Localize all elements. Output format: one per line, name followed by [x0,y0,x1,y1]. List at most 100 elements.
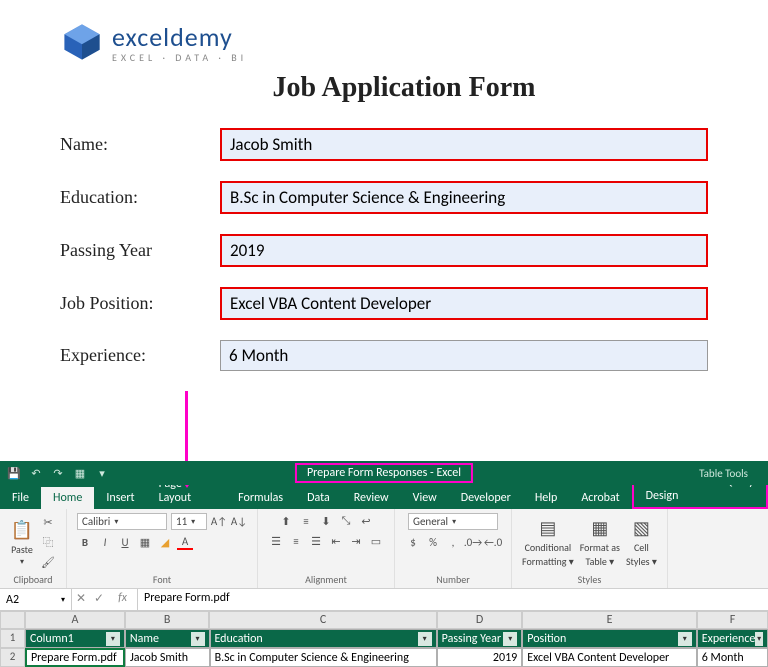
ribbon-tabs: File Home Insert Page Layout Formulas Da… [0,485,768,509]
format-as-table-button[interactable]: ▦Format asTable ▾ [580,516,620,568]
fill-color-button[interactable]: ◢ [157,534,173,550]
row-header[interactable]: 2 [0,648,25,667]
tab-data[interactable]: Data [295,487,342,509]
bold-button[interactable]: B [77,534,93,550]
logo-text: exceldemy [112,21,247,53]
cell-d2[interactable]: 2019 [437,648,523,667]
cell-styles-button[interactable]: ▧CellStyles ▾ [626,516,657,568]
cell-f2[interactable]: 6 Month [697,648,768,667]
format-painter-icon[interactable]: 🖌 [40,554,56,570]
align-left-icon[interactable]: ☰ [268,533,284,549]
redo-icon[interactable]: ↷ [52,467,64,479]
table-tools-label: Table Tools [699,467,748,480]
field-name[interactable]: Jacob Smith [220,128,708,161]
table-header[interactable]: Position▾ [522,629,697,648]
save-icon[interactable]: 💾 [8,467,20,479]
tab-acrobat[interactable]: Acrobat [569,487,631,509]
logo-subtext: EXCEL · DATA · BI [112,51,247,64]
align-bottom-icon[interactable]: ⬇ [318,513,334,529]
label-experience: Experience: [60,345,220,366]
filter-icon[interactable]: ▾ [678,632,692,646]
tab-view[interactable]: View [401,487,449,509]
undo-icon[interactable]: ↶ [30,467,42,479]
tab-file[interactable]: File [0,487,41,509]
merge-icon[interactable]: ▭ [368,533,384,549]
cell-e2[interactable]: Excel VBA Content Developer [522,648,697,667]
copy-icon[interactable]: ⿻ [40,534,56,550]
group-number: General▾ $ % , .0→ ←.0 Number [395,509,512,588]
font-size-select[interactable]: 11▾ [171,513,207,530]
titlebar: 💾 ↶ ↷ ▦ ▾ Prepare Form Responses - Excel… [0,461,768,485]
qat-more-icon[interactable]: ▾ [96,467,108,479]
field-experience[interactable]: 6 Month [220,340,708,371]
border-button[interactable]: ▦ [137,534,153,550]
increase-decimal-icon[interactable]: .0→ [465,534,481,550]
formula-input[interactable]: Prepare Form.pdf [138,589,768,610]
col-header[interactable]: F [697,611,768,629]
group-alignment: ⬆ ≡ ⬇ ⤡ ↩ ☰ ≡ ☰ ⇤ ⇥ ▭ Alignment [258,509,395,588]
align-right-icon[interactable]: ☰ [308,533,324,549]
row-header[interactable]: 1 [0,629,25,648]
col-header[interactable]: A [25,611,125,629]
form-title: Job Application Form [100,72,708,104]
fx-icon[interactable]: fx [108,589,138,610]
cell-a2[interactable]: Prepare Form.pdf [25,648,125,667]
font-family-select[interactable]: Calibri▾ [77,513,167,530]
comma-icon[interactable]: , [445,534,461,550]
italic-button[interactable]: I [97,534,113,550]
table-header[interactable]: Name▾ [125,629,210,648]
table-header[interactable]: Passing Year▾ [437,629,523,648]
percent-icon[interactable]: % [425,534,441,550]
decrease-decimal-icon[interactable]: ←.0 [485,534,501,550]
enter-icon[interactable]: ✓ [90,589,108,610]
filter-icon[interactable]: ▾ [106,632,120,646]
table-header[interactable]: Experience▾ [697,629,768,648]
table-header[interactable]: Education▾ [210,629,437,648]
cancel-icon[interactable]: ✕ [72,589,90,610]
increase-font-icon[interactable]: A↑ [211,514,227,530]
annotation-arrow [0,421,768,461]
tab-help[interactable]: Help [523,487,570,509]
filter-icon[interactable]: ▾ [191,632,205,646]
align-center-icon[interactable]: ≡ [288,533,304,549]
field-passing-year[interactable]: 2019 [220,234,708,267]
decrease-font-icon[interactable]: A↓ [231,514,247,530]
col-header[interactable]: B [125,611,210,629]
table-header[interactable]: Column1▾ [25,629,125,648]
qat-icon[interactable]: ▦ [74,467,86,479]
conditional-formatting-button[interactable]: ▤ConditionalFormatting ▾ [522,516,574,568]
group-font: Calibri▾ 11▾ A↑ A↓ B I U ▦ ◢ A Font [67,509,258,588]
col-header[interactable]: D [437,611,522,629]
cell-c2[interactable]: B.Sc in Computer Science & Engineering [210,648,437,667]
cut-icon[interactable]: ✂ [40,514,56,530]
decrease-indent-icon[interactable]: ⇤ [328,533,344,549]
col-header[interactable]: C [209,611,436,629]
tab-insert[interactable]: Insert [94,487,146,509]
number-format-select[interactable]: General▾ [408,513,498,530]
filter-icon[interactable]: ▾ [418,632,432,646]
currency-icon[interactable]: $ [405,534,421,550]
align-middle-icon[interactable]: ≡ [298,513,314,529]
filter-icon[interactable]: ▾ [755,632,763,646]
align-top-icon[interactable]: ⬆ [278,513,294,529]
col-header[interactable]: E [522,611,697,629]
wrap-text-icon[interactable]: ↩ [358,513,374,529]
select-all-corner[interactable] [0,611,25,629]
name-box[interactable]: A2▾ [0,589,72,610]
table-icon: ▦ [588,516,612,540]
paste-button[interactable]: 📋Paste▾ [10,518,34,567]
field-position[interactable]: Excel VBA Content Developer [220,287,708,320]
increase-indent-icon[interactable]: ⇥ [348,533,364,549]
filter-icon[interactable]: ▾ [503,632,517,646]
orientation-icon[interactable]: ⤡ [338,513,354,529]
tab-review[interactable]: Review [342,487,401,509]
underline-button[interactable]: U [117,534,133,550]
field-education[interactable]: B.Sc in Computer Science & Engineering [220,181,708,214]
formula-bar: A2▾ ✕ ✓ fx Prepare Form.pdf [0,589,768,611]
tab-home[interactable]: Home [41,487,94,509]
tab-developer[interactable]: Developer [449,487,523,509]
cell-b2[interactable]: Jacob Smith [125,648,210,667]
font-color-button[interactable]: A [177,534,193,550]
group-styles: ▤ConditionalFormatting ▾ ▦Format asTable… [512,509,668,588]
tab-formulas[interactable]: Formulas [226,487,295,509]
